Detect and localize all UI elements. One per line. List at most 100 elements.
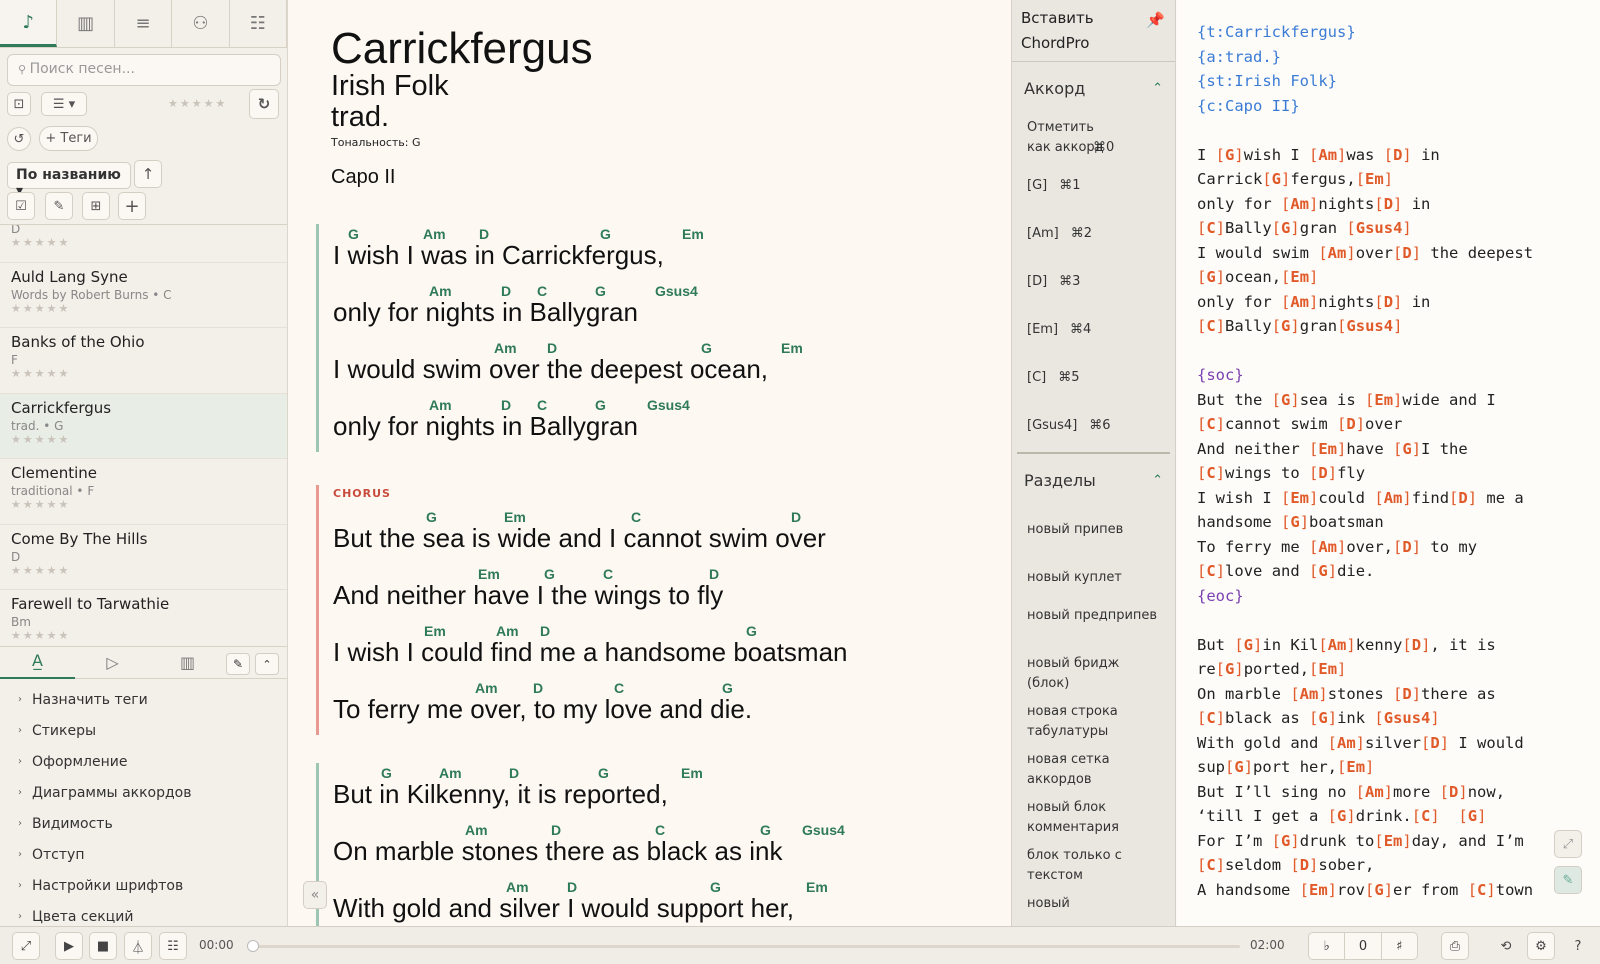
insert-chord-item[interactable]: [Am] ⌘2 [1012, 210, 1175, 258]
chord-label[interactable]: Gsus4 [802, 822, 845, 838]
sort-direction-button[interactable]: ↑ [134, 160, 162, 188]
progress-slider[interactable] [247, 940, 1240, 952]
select-mode-button[interactable]: ☑ [7, 192, 35, 220]
transpose-flat-button[interactable]: ♭ [1309, 933, 1346, 959]
tab-playback[interactable]: ▷ [75, 653, 150, 672]
bracket: [ [1197, 415, 1207, 433]
transpose-sharp-button[interactable]: ♯ [1382, 933, 1417, 959]
chord-label[interactable]: Gsus4 [647, 397, 690, 413]
tab-format[interactable]: A̲ [0, 647, 75, 679]
song-item-rating[interactable]: ★★★★★ [11, 629, 276, 642]
lyric-line: Am D G Em With gold and silver I would suppo… [333, 877, 953, 926]
chord-label[interactable]: Em [681, 765, 703, 781]
song-item-rating[interactable]: ★★★★★ [11, 433, 276, 446]
bracket: [ [1411, 807, 1422, 825]
tab-people[interactable]: ⚇ [172, 0, 230, 47]
help-button[interactable]: ? [1564, 932, 1592, 960]
collapse-settings-button[interactable]: ⌃ [255, 653, 279, 675]
song-list-item[interactable]: Clementine traditional • F ★★★★★ [0, 459, 287, 525]
song-item-rating[interactable]: ★★★★★ [11, 498, 276, 511]
song-item-subtitle: trad. • G [11, 418, 64, 433]
archive-button[interactable]: ⊡ [7, 92, 31, 116]
tab-sliders[interactable]: ☷ [230, 0, 288, 47]
tab-playlist[interactable]: ≡ [115, 0, 173, 47]
song-list-item[interactable]: Banks of the Ohio F ★★★★★ [0, 328, 287, 394]
tab-instrument[interactable]: ▥ [150, 653, 225, 672]
insert-section-item[interactable]: новый припев [1012, 506, 1175, 554]
mixer-button[interactable]: ☷ [159, 932, 187, 960]
collapse-sidebar-button[interactable]: « [303, 881, 327, 909]
stop-button[interactable]: ■ [89, 932, 117, 960]
insert-chord-item[interactable]: [G] ⌘1 [1012, 162, 1175, 210]
tab-book[interactable]: ▥ [57, 0, 115, 47]
sections-header[interactable]: Разделы ⌃ [1012, 454, 1175, 506]
fullscreen-button[interactable]: ⤢ [12, 932, 40, 960]
insert-chord-item[interactable]: [Em] ⌘4 [1012, 306, 1175, 354]
settings-button[interactable]: ⚙ [1527, 932, 1555, 960]
settings-item[interactable]: › Диаграммы аккордов [0, 777, 287, 808]
expand-editor-button[interactable]: ⤢ [1554, 830, 1582, 858]
insert-section-item[interactable]: новая строка табулатуры [1012, 698, 1175, 746]
refresh-button[interactable]: ↻ [249, 89, 279, 119]
tags-button[interactable]: + Теги [39, 126, 98, 151]
metronome-button[interactable]: ⏃ [124, 932, 152, 960]
insert-chord-item[interactable]: [D] ⌘3 [1012, 258, 1175, 306]
insert-section-item[interactable]: новая сетка аккордов [1012, 746, 1175, 794]
chord-label[interactable]: Em [682, 226, 704, 242]
plus-icon: + [124, 195, 140, 217]
source-chord: D [1299, 856, 1310, 874]
insert-section-item[interactable]: новый предприпев [1012, 602, 1175, 650]
progress-knob[interactable] [247, 940, 259, 952]
rating-filter[interactable]: ★★★★★ [168, 97, 227, 110]
tab-music-note[interactable]: ♪ [0, 0, 58, 47]
chordpro-source-editor[interactable]: {t:Carrickfergus} {a:trad.} {st:Irish Folk… [1177, 0, 1600, 926]
bracket: [ [1299, 880, 1309, 899]
edit-button[interactable]: ✎ [45, 192, 73, 220]
settings-item[interactable]: › Назначить теги [0, 684, 287, 715]
song-list-item[interactable]: Carrickfergus trad. • G ★★★★★ [0, 393, 287, 459]
song-item-title: Carrickfergus [11, 398, 112, 417]
edit-source-button[interactable]: ✎ [1554, 866, 1582, 894]
chord-label[interactable]: Em [806, 879, 828, 895]
chord-label[interactable]: Gsus4 [655, 283, 698, 299]
view-mode-dropdown[interactable]: ☰ ▾ [41, 92, 87, 116]
settings-item[interactable]: › Оформление [0, 746, 287, 777]
insert-section-item[interactable]: новый [1012, 890, 1175, 926]
song-list-item[interactable]: Come By The Hills D ★★★★★ [0, 525, 287, 590]
insert-chord-item[interactable]: Отметить как аккорд ⌘0 [1012, 114, 1175, 162]
sort-dropdown[interactable]: По названию ▾ [7, 162, 131, 199]
settings-item[interactable]: › Стикеры [0, 715, 287, 746]
song-list-item[interactable]: Amazing GraceD★★★★★ [0, 225, 287, 263]
reset-filter-button[interactable]: ↺ [7, 127, 31, 151]
source-line: {t:Carrickfergus} [1197, 20, 1533, 45]
song-item-rating[interactable]: ★★★★★ [11, 302, 276, 315]
play-button[interactable]: ▶ [55, 932, 83, 960]
source-text: handsome [1197, 513, 1281, 531]
search-input[interactable]: ⚲ Поиск песен... [7, 54, 281, 86]
insert-section-item[interactable]: новый бридж (блок) [1012, 650, 1175, 698]
song-item-rating[interactable]: ★★★★★ [11, 367, 276, 380]
insert-section-item[interactable]: блок только с текстом [1012, 842, 1175, 890]
insert-chord-item[interactable]: [C] ⌘5 [1012, 354, 1175, 402]
settings-item[interactable]: › Настройки шрифтов [0, 870, 287, 901]
song-item-rating[interactable]: ★★★★★ [11, 236, 276, 249]
edit-settings-button[interactable]: ✎ [226, 653, 250, 675]
print-button[interactable]: ⎙ [1441, 932, 1469, 960]
sync-button[interactable]: ⟲ [1492, 932, 1520, 960]
song-item-rating[interactable]: ★★★★★ [11, 564, 276, 577]
add-to-setlist-button[interactable]: ⊞ [82, 192, 110, 220]
insert-chord-item[interactable]: [Gsus4] ⌘6 [1012, 402, 1175, 450]
song-list-item[interactable]: Farewell to Tarwathie Bm ★★★★★ [0, 590, 287, 646]
add-song-button[interactable]: + [118, 192, 146, 220]
source-chord: D [1402, 537, 1412, 556]
settings-item[interactable]: › Отступ [0, 839, 287, 870]
refresh-icon: ↻ [257, 95, 271, 113]
folder-add-icon: ⊞ [90, 198, 102, 214]
chord-label[interactable]: Em [781, 340, 803, 356]
pin-icon[interactable]: 📌 [1146, 8, 1165, 33]
song-list-item[interactable]: Auld Lang Syne Words by Robert Burns • C ★… [0, 263, 287, 328]
insert-section-item[interactable]: новый куплет [1012, 554, 1175, 602]
chord-section-header[interactable]: Аккорд ⌃ [1012, 62, 1175, 114]
insert-section-item[interactable]: новый блок комментария [1012, 794, 1175, 842]
settings-item[interactable]: › Видимость [0, 808, 287, 839]
